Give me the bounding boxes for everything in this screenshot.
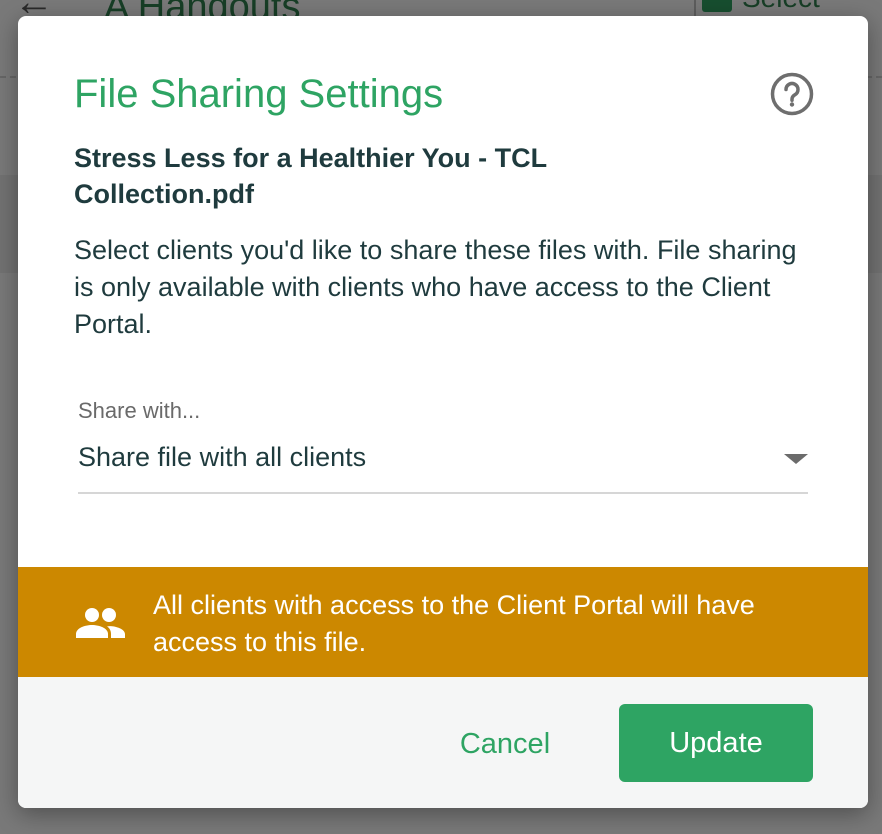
dialog-footer: Cancel Update	[18, 677, 868, 808]
file-name: Stress Less for a Healthier You - TCL Co…	[74, 143, 547, 209]
help-circle-icon[interactable]	[770, 72, 814, 116]
share-with-select[interactable]: Share file with all clients	[78, 440, 808, 494]
share-with-selected-value: Share file with all clients	[78, 442, 367, 472]
people-icon	[76, 608, 125, 638]
dialog-description: Select clients you'd like to share these…	[74, 235, 797, 339]
share-with-label: Share with...	[78, 398, 201, 423]
dropdown-arrow-icon	[784, 454, 808, 464]
notice-banner: All clients with access to the Client Po…	[18, 567, 868, 677]
update-button[interactable]: Update	[619, 704, 813, 782]
dialog-title: File Sharing Settings	[74, 72, 444, 116]
notice-text: All clients with access to the Client Po…	[153, 590, 755, 657]
file-sharing-dialog: File Sharing Settings Stress Less for a …	[18, 16, 868, 808]
cancel-button[interactable]: Cancel	[428, 705, 582, 783]
